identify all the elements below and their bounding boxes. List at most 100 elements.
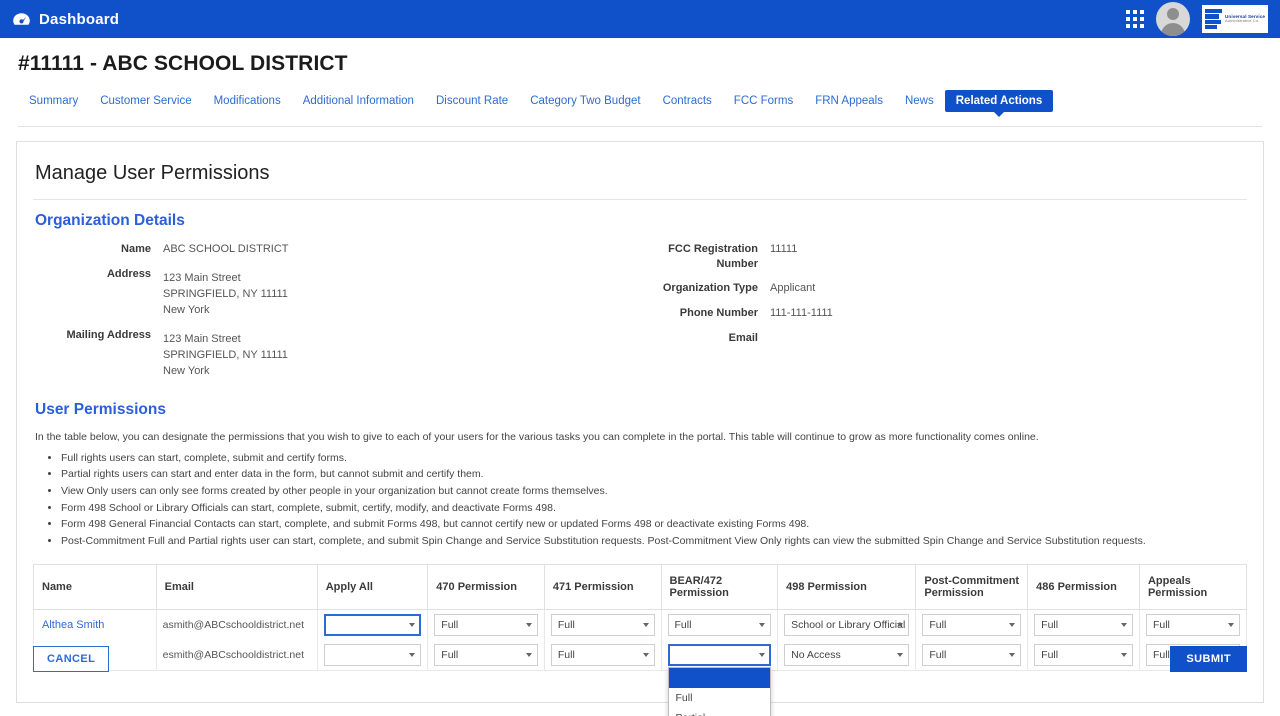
detail-row: Mailing Address 123 Main Street SPRINGFIE… xyxy=(33,328,640,380)
tab-related-actions[interactable]: Related Actions xyxy=(944,90,1054,117)
permission-bullet: Full rights users can start, complete, s… xyxy=(61,451,1247,465)
498-permission-selected-value: School or Library Official xyxy=(791,619,906,632)
cancel-button[interactable]: CANCEL xyxy=(33,646,110,672)
apps-grid-icon[interactable] xyxy=(1126,10,1144,28)
tab-discount-rate[interactable]: Discount Rate xyxy=(425,90,519,112)
column-header-post-commitment-permission: Post-Commitment Permission xyxy=(915,564,1029,611)
bear-472-permission-select[interactable]: Full xyxy=(667,614,772,637)
tab-frn-appeals[interactable]: FRN Appeals xyxy=(804,90,894,112)
detail-value: Applicant xyxy=(770,281,816,294)
detail-value: 123 Main Street SPRINGFIELD, NY 11111 Ne… xyxy=(163,271,288,316)
tab-summary[interactable]: Summary xyxy=(18,90,89,112)
permission-bullet: Form 498 General Financial Contacts can … xyxy=(61,517,1247,531)
card-title: Manage User Permissions xyxy=(35,162,270,184)
471-permission-select[interactable]: Full xyxy=(550,614,655,637)
user-permissions-heading: User Permissions xyxy=(35,400,166,418)
entity-tab-bar: Summary Customer Service Modifications Addi… xyxy=(18,90,1262,127)
498-permission-select[interactable]: School or Library Official xyxy=(784,614,910,637)
dashboard-label[interactable]: Dashboard xyxy=(39,11,119,28)
user-avatar-icon[interactable] xyxy=(1156,2,1190,36)
detail-value: ABC SCHOOL DISTRICT xyxy=(163,243,289,255)
bear-472-permission-selected-value: Full xyxy=(674,619,692,632)
submit-button[interactable]: SUBMIT xyxy=(1170,646,1247,672)
detail-row: FCC Registration Number 11111 xyxy=(640,242,1247,272)
user-permissions-bullet-list: Full rights users can start, complete, s… xyxy=(33,451,1247,549)
486-permission-select[interactable]: Full xyxy=(1034,614,1133,637)
bear-472-permission-select-wrapper: Full xyxy=(667,614,772,637)
title-divider xyxy=(33,199,1247,200)
bear-472-permission-dropdown-menu: FullPartialView Only xyxy=(667,667,772,716)
470-permission-select-wrapper: Full xyxy=(434,614,538,637)
usac-logo-bars-icon xyxy=(1205,9,1222,29)
table-row: Althea Smith asmith@ABCschooldistrict.net… xyxy=(33,609,1248,641)
tab-category-two-budget[interactable]: Category Two Budget xyxy=(519,90,651,112)
tab-contracts[interactable]: Contracts xyxy=(652,90,723,112)
column-header-471-permission: 471 Permission xyxy=(543,564,662,611)
usac-logo: Universal Service Administrative Co. xyxy=(1202,5,1268,33)
470-permission-selected-value: Full xyxy=(441,619,459,632)
usac-logo-text: Universal Service Administrative Co. xyxy=(1225,14,1265,24)
detail-label: Name xyxy=(121,243,151,255)
post-commitment-permission-select[interactable]: Full xyxy=(922,614,1022,637)
cell-471-permission: Full xyxy=(543,609,662,641)
column-header-498-permission: 498 Permission xyxy=(777,564,917,611)
detail-label: Organization Type xyxy=(662,281,758,294)
top-navigation-bar: Dashboard Universal Service Administrati… xyxy=(0,0,1280,38)
post-commitment-permission-select-wrapper: Full xyxy=(922,614,1022,637)
471-permission-selected-value: Full xyxy=(557,619,575,632)
user-name-link[interactable]: Althea Smith xyxy=(40,619,104,631)
chevron-down-icon xyxy=(1120,623,1127,628)
card-footer: CANCEL SUBMIT xyxy=(33,646,1247,672)
manage-user-permissions-card: Manage User Permissions Organization Det… xyxy=(16,141,1264,716)
column-header-apply-all: Apply All xyxy=(316,564,429,611)
detail-label: Mailing Address xyxy=(66,328,151,341)
tab-modifications[interactable]: Modifications xyxy=(203,90,292,112)
cell-post-commitment-permission: Full xyxy=(915,609,1029,641)
apply-all-select[interactable] xyxy=(323,614,422,637)
dropdown-option[interactable]: Partial xyxy=(669,708,771,716)
column-header-470-permission: 470 Permission xyxy=(427,564,545,611)
permission-bullet: View Only users can only see forms creat… xyxy=(61,484,1247,498)
cell-486-permission: Full xyxy=(1027,609,1140,641)
page-title: #11111 - ABC SCHOOL DISTRICT xyxy=(18,52,348,75)
apply-all-select-wrapper xyxy=(323,614,422,637)
detail-row: Phone Number 111-111-1111 xyxy=(640,306,1247,322)
topbar-right-group: Universal Service Administrative Co. xyxy=(1126,2,1272,36)
usac-logo-line2: Administrative Co. xyxy=(1225,18,1260,24)
486-permission-selected-value: Full xyxy=(1041,619,1059,632)
486-permission-select-wrapper: Full xyxy=(1034,614,1133,637)
dropdown-option[interactable]: Full xyxy=(669,688,771,708)
appeals-permission-select-wrapper: Full xyxy=(1145,614,1240,637)
cell-498-permission: School or Library Official xyxy=(777,609,917,641)
organization-details-grid: Name ABC SCHOOL DISTRICT Address 123 Main S… xyxy=(33,242,1247,393)
detail-row: Address 123 Main Street SPRINGFIELD, NY 1… xyxy=(33,267,640,319)
post-commitment-permission-selected-value: Full xyxy=(929,619,947,632)
dropdown-option[interactable] xyxy=(668,668,771,689)
table-header-row: Name Email Apply All 470 Permission 471 Perm… xyxy=(33,564,1248,611)
tab-additional-information[interactable]: Additional Information xyxy=(292,90,425,112)
tab-news[interactable]: News xyxy=(894,90,945,112)
tab-customer-service[interactable]: Customer Service xyxy=(89,90,202,112)
column-header-486-permission: 486 Permission xyxy=(1027,564,1140,611)
organization-details-left-column: Name ABC SCHOOL DISTRICT Address 123 Main S… xyxy=(33,242,640,389)
470-permission-select[interactable]: Full xyxy=(434,614,538,637)
cell-email: asmith@ABCschooldistrict.net xyxy=(155,609,318,641)
appeals-permission-select[interactable]: Full xyxy=(1145,614,1240,637)
cell-apply-all xyxy=(316,609,429,641)
column-header-email: Email xyxy=(155,564,318,611)
user-permissions-intro: In the table below, you can designate th… xyxy=(35,430,1039,443)
column-header-bear-472-permission: BEAR/472 Permission xyxy=(660,564,779,611)
detail-label: Email xyxy=(728,331,758,344)
detail-value: 11111 xyxy=(770,243,798,255)
chevron-down-icon xyxy=(409,623,416,628)
cell-appeals-permission: Full xyxy=(1138,609,1248,641)
permission-bullet: Form 498 School or Library Officials can… xyxy=(61,501,1247,515)
chevron-down-icon xyxy=(1228,623,1234,628)
cell-bear-472-permission: Full xyxy=(660,609,779,641)
cell-470-permission: Full xyxy=(427,609,545,641)
detail-label: Address xyxy=(106,267,151,280)
permission-bullet: Post-Commitment Full and Partial rights … xyxy=(61,534,1247,548)
tab-fcc-forms[interactable]: FCC Forms xyxy=(723,90,804,112)
498-permission-select-wrapper: School or Library Official xyxy=(784,614,910,637)
detail-value: 111-111-1111 xyxy=(770,306,833,319)
